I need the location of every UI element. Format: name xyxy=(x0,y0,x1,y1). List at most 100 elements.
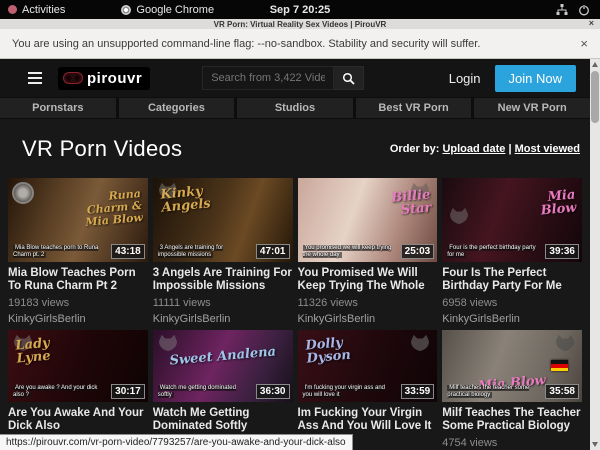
studio-watermark-icon xyxy=(12,182,34,204)
scrollbar[interactable] xyxy=(590,59,600,450)
thumbnail-overlay-title: Billie Star xyxy=(370,189,432,220)
video-card: Runa Charm & Mia Blow Mia Blow teaches p… xyxy=(8,178,148,325)
video-title[interactable]: Milf Teaches The Teacher Some Practical … xyxy=(442,407,582,432)
video-title[interactable]: Im Fucking Your Virgin Ass And You Will … xyxy=(298,407,438,432)
view-count: 11326 views xyxy=(298,297,438,309)
video-title[interactable]: Watch Me Getting Dominated Softly xyxy=(153,407,293,432)
duration-badge: 25:03 xyxy=(401,244,435,259)
order-link-most-viewed[interactable]: Most viewed xyxy=(515,143,580,155)
thumbnail-caption: Watch me getting dominated softly xyxy=(158,385,249,399)
main-menu: Pornstars Categories Studios Best VR Por… xyxy=(0,97,590,119)
order-by: Order by: Upload date | Most viewed xyxy=(390,143,580,155)
system-bar: Activities Google Chrome Sep 7 20:25 xyxy=(0,0,600,19)
tab-close-icon[interactable]: × xyxy=(589,18,594,28)
video-title[interactable]: 3 Angels Are Training For Impossible Mis… xyxy=(153,267,293,292)
thumbnail-overlay-title: Lady Lyne xyxy=(15,335,77,366)
video-thumbnail[interactable]: Lady Lyne Are you awake ? And your dick … xyxy=(8,330,148,402)
search-input[interactable] xyxy=(202,66,334,90)
order-separator: | xyxy=(508,143,511,155)
video-title[interactable]: You Promised We Will Keep Trying The Who… xyxy=(298,267,438,292)
german-flag-icon xyxy=(551,360,568,371)
thumbnail-overlay-title: Kinky Angels xyxy=(160,184,222,215)
chrome-app-indicator[interactable]: Google Chrome xyxy=(113,0,222,19)
page-header: VR Porn Videos Order by: Upload date | M… xyxy=(0,119,590,178)
duration-badge: 33:59 xyxy=(401,384,435,399)
video-thumbnail[interactable]: Runa Charm & Mia Blow Mia Blow teaches p… xyxy=(8,178,148,262)
studio-link[interactable]: KinkyGirlsBerlin xyxy=(8,313,148,325)
video-thumbnail[interactable]: Dolly Dyson I'm fucking your virgin ass … xyxy=(298,330,438,402)
studio-link[interactable]: KinkyGirlsBerlin xyxy=(298,313,438,325)
view-count: 11111 views xyxy=(153,297,293,309)
video-card: Dolly Dyson I'm fucking your virgin ass … xyxy=(298,330,438,450)
video-thumbnail[interactable]: Mia Blow Milf teaches the teacher some p… xyxy=(442,330,582,402)
thumbnail-caption: Mia Blow teaches porn to Runa Charm pt. … xyxy=(13,245,104,259)
infobar-close-icon[interactable]: × xyxy=(580,36,588,51)
vr-headset-icon xyxy=(63,72,83,84)
order-link-upload-date[interactable]: Upload date xyxy=(442,143,505,155)
video-grid: Runa Charm & Mia Blow Mia Blow teaches p… xyxy=(8,178,582,450)
search-button[interactable] xyxy=(334,66,364,90)
video-thumbnail[interactable]: Kinky Angels 3 Angels are training for i… xyxy=(153,178,293,262)
thumbnail-caption: You promised we will keep trying the who… xyxy=(303,245,394,259)
video-thumbnail[interactable]: Sweet Analena Watch me getting dominated… xyxy=(153,330,293,402)
activities-button[interactable]: Activities xyxy=(0,0,73,19)
view-count: 6958 views xyxy=(442,297,582,309)
thumbnail-overlay-title: Dolly Dyson xyxy=(304,335,366,366)
video-title[interactable]: Four Is The Perfect Birthday Party For M… xyxy=(442,267,582,292)
duration-badge: 30:17 xyxy=(111,384,145,399)
join-now-button[interactable]: Join Now xyxy=(495,65,576,92)
thumbnail-caption: Milf teaches the teacher some practical … xyxy=(447,385,538,399)
video-title[interactable]: Are You Awake And Your Dick Also xyxy=(8,407,148,432)
menu-item-studios[interactable]: Studios xyxy=(237,98,353,118)
studio-link[interactable]: KinkyGirlsBerlin xyxy=(442,313,582,325)
video-card: Mia Blow Four is the perfect birthday pa… xyxy=(442,178,582,325)
cat-mask-icon xyxy=(448,207,470,225)
menu-item-new-vr-porn[interactable]: New VR Porn xyxy=(474,98,590,118)
menu-item-best-vr-porn[interactable]: Best VR Porn xyxy=(356,98,472,118)
thumbnail-caption: I'm fucking your virgin ass and you will… xyxy=(303,385,394,399)
duration-badge: 35:58 xyxy=(545,384,579,399)
page-title: VR Porn Videos xyxy=(22,136,182,162)
network-icon[interactable] xyxy=(556,4,568,16)
chrome-icon xyxy=(121,5,131,15)
video-card: Sweet Analena Watch me getting dominated… xyxy=(153,330,293,450)
scroll-down-arrow-icon[interactable] xyxy=(592,442,598,447)
video-thumbnail[interactable]: Billie Star You promised we will keep tr… xyxy=(298,178,438,262)
cat-mask-icon xyxy=(409,334,431,352)
clock[interactable]: Sep 7 20:25 xyxy=(0,4,600,16)
duration-badge: 43:18 xyxy=(111,244,145,259)
video-title[interactable]: Mia Blow Teaches Porn To Runa Charm Pt 2 xyxy=(8,267,148,292)
video-card: Mia Blow Milf teaches the teacher some p… xyxy=(442,330,582,450)
sandbox-warning-bar: You are using an unsupported command-lin… xyxy=(0,29,600,59)
video-thumbnail[interactable]: Mia Blow Four is the perfect birthday pa… xyxy=(442,178,582,262)
thumbnail-overlay-title: Mia Blow xyxy=(515,189,577,220)
window-title-bar: VR Porn: Virtual Reality Sex Videos | Pi… xyxy=(0,19,600,29)
duration-badge: 39:36 xyxy=(545,244,579,259)
order-by-label: Order by: xyxy=(390,143,440,155)
logo-text: pirouvr xyxy=(87,70,142,87)
chrome-label: Google Chrome xyxy=(136,4,214,16)
video-card: Kinky Angels 3 Angels are training for i… xyxy=(153,178,293,325)
page-content: pirouvr Login Join Now Pornstars Categor… xyxy=(0,59,590,450)
scrollbar-thumb[interactable] xyxy=(591,71,599,123)
site-logo[interactable]: pirouvr xyxy=(58,67,150,90)
duration-badge: 36:30 xyxy=(256,384,290,399)
video-card: Lady Lyne Are you awake ? And your dick … xyxy=(8,330,148,450)
hamburger-menu-icon[interactable] xyxy=(28,72,42,84)
screen: Activities Google Chrome Sep 7 20:25 VR … xyxy=(0,0,600,450)
menu-item-categories[interactable]: Categories xyxy=(119,98,235,118)
power-icon[interactable] xyxy=(578,4,590,16)
thumbnail-overlay-title: Runa Charm & Mia Blow xyxy=(70,188,143,230)
activities-label: Activities xyxy=(22,4,65,16)
menu-item-pornstars[interactable]: Pornstars xyxy=(0,98,116,118)
scroll-up-arrow-icon[interactable] xyxy=(592,62,598,67)
site-navbar: pirouvr Login Join Now xyxy=(0,59,590,97)
view-count: 19183 views xyxy=(8,297,148,309)
studio-link[interactable]: KinkyGirlsBerlin xyxy=(153,313,293,325)
cat-mask-icon xyxy=(157,334,179,352)
status-url-tooltip: https://pirouvr.com/vr-porn-video/779325… xyxy=(0,434,353,450)
notification-dot-icon xyxy=(8,5,17,14)
warning-message: You are using an unsupported command-lin… xyxy=(12,38,480,50)
thumbnail-caption: Four is the perfect birthday party for m… xyxy=(447,245,538,259)
login-button[interactable]: Login xyxy=(449,71,481,86)
